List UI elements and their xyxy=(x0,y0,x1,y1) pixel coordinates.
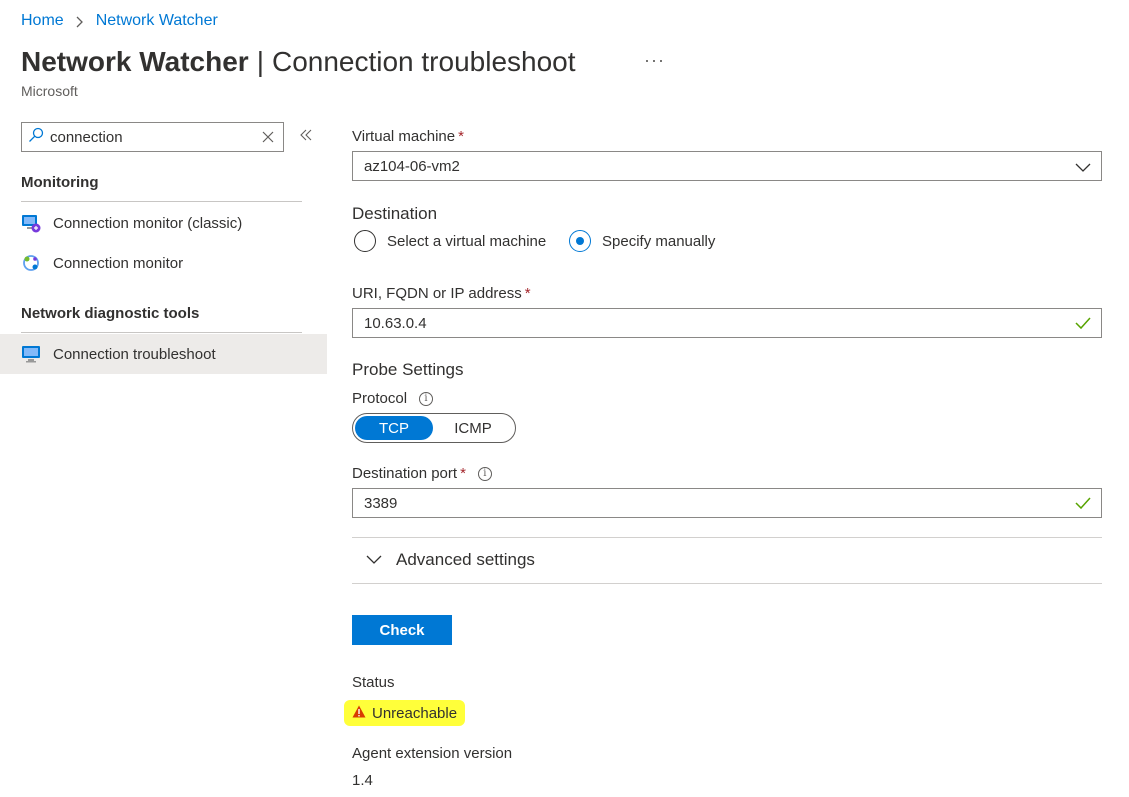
sidebar-divider xyxy=(21,201,302,202)
advanced-settings-label: Advanced settings xyxy=(396,550,535,569)
sidebar-section-network-diagnostic-tools: Network diagnostic tools xyxy=(21,305,200,322)
page-title: Network Watcher | Connection troubleshoo… xyxy=(21,42,576,82)
destination-radio-select-vm[interactable]: Select a virtual machine xyxy=(354,230,546,252)
probe-settings-heading: Probe Settings xyxy=(352,360,464,379)
required-marker: * xyxy=(524,285,531,302)
page-subtitle: Microsoft xyxy=(21,83,78,99)
chevron-right-icon xyxy=(74,10,86,32)
check-button[interactable]: Check xyxy=(352,615,452,645)
more-options-button[interactable]: ··· xyxy=(644,50,665,71)
clear-search-icon[interactable] xyxy=(261,130,275,149)
sidebar-search xyxy=(21,122,284,152)
destination-radio-specify-manually[interactable]: Specify manually xyxy=(569,230,715,252)
destination-port-label-text: Destination port xyxy=(352,465,458,482)
sidebar-section-monitoring: Monitoring xyxy=(21,174,99,191)
connection-monitor-classic-icon xyxy=(21,213,41,233)
virtual-machine-dropdown[interactable]: az104-06-vm2 xyxy=(352,151,1102,181)
sidebar-item-label: Connection troubleshoot xyxy=(53,345,216,363)
advanced-settings-expander[interactable]: Advanced settings xyxy=(352,540,535,580)
sidebar-search-input[interactable] xyxy=(50,128,250,146)
page-title-blade: Connection troubleshoot xyxy=(271,46,576,77)
radio-label: Select a virtual machine xyxy=(387,232,547,250)
sidebar-item-connection-monitor[interactable]: Connection monitor xyxy=(0,243,327,283)
radio-circle xyxy=(354,230,376,252)
destination-port-value: 3389 xyxy=(364,494,398,512)
status-badge: Unreachable xyxy=(344,700,466,726)
agent-extension-version-value: 1.4 xyxy=(352,772,373,789)
checkmark-icon xyxy=(1075,496,1091,514)
protocol-toggle: TCP ICMP xyxy=(352,413,516,443)
protocol-label: Protocol i xyxy=(352,390,434,407)
search-icon xyxy=(28,127,44,148)
info-icon[interactable]: i xyxy=(419,391,434,406)
required-marker: * xyxy=(458,128,464,145)
breadcrumb-network-watcher-link[interactable]: Network Watcher xyxy=(96,12,218,30)
sidebar-item-connection-troubleshoot[interactable]: Connection troubleshoot xyxy=(0,334,327,374)
uri-value: 10.63.0.4 xyxy=(364,314,427,332)
protocol-icmp-option[interactable]: ICMP xyxy=(433,416,513,440)
destination-port-label: Destination port * i xyxy=(352,465,492,482)
chevron-down-icon xyxy=(366,550,382,570)
warning-icon xyxy=(352,705,366,722)
virtual-machine-value: az104-06-vm2 xyxy=(364,157,460,175)
virtual-machine-label-text: Virtual machine xyxy=(352,128,456,145)
breadcrumb: Home Network Watcher xyxy=(21,10,218,32)
protocol-label-text: Protocol xyxy=(352,390,408,407)
uri-label: URI, FQDN or IP address * xyxy=(352,285,531,302)
destination-port-input[interactable]: 3389 xyxy=(352,488,1102,518)
page-title-service: Network Watcher xyxy=(21,46,249,77)
checkmark-icon xyxy=(1075,316,1091,334)
advanced-divider xyxy=(352,583,1102,584)
required-marker: * xyxy=(460,465,466,482)
agent-extension-version-label: Agent extension version xyxy=(352,745,513,762)
page-title-separator: | xyxy=(256,46,264,77)
advanced-divider xyxy=(352,537,1102,538)
protocol-tcp-option[interactable]: TCP xyxy=(355,416,433,440)
breadcrumb-home-link[interactable]: Home xyxy=(21,12,64,30)
sidebar-item-label: Connection monitor xyxy=(53,254,184,272)
uri-label-text: URI, FQDN or IP address xyxy=(352,285,522,302)
connection-troubleshoot-icon xyxy=(21,344,41,364)
radio-label: Specify manually xyxy=(602,232,716,250)
sidebar-divider xyxy=(21,332,302,333)
sidebar-item-label: Connection monitor (classic) xyxy=(53,214,243,232)
destination-label: Destination xyxy=(352,204,438,223)
info-icon[interactable]: i xyxy=(477,466,492,481)
status-value: Unreachable xyxy=(372,704,458,722)
virtual-machine-label: Virtual machine * xyxy=(352,128,464,145)
status-label: Status xyxy=(352,674,395,691)
connection-monitor-icon xyxy=(21,253,41,273)
uri-input[interactable]: 10.63.0.4 xyxy=(352,308,1102,338)
collapse-sidebar-icon[interactable] xyxy=(299,128,313,147)
sidebar-item-connection-monitor-classic[interactable]: Connection monitor (classic) xyxy=(0,203,327,243)
radio-circle-selected xyxy=(569,230,591,252)
chevron-down-icon xyxy=(1075,160,1091,177)
